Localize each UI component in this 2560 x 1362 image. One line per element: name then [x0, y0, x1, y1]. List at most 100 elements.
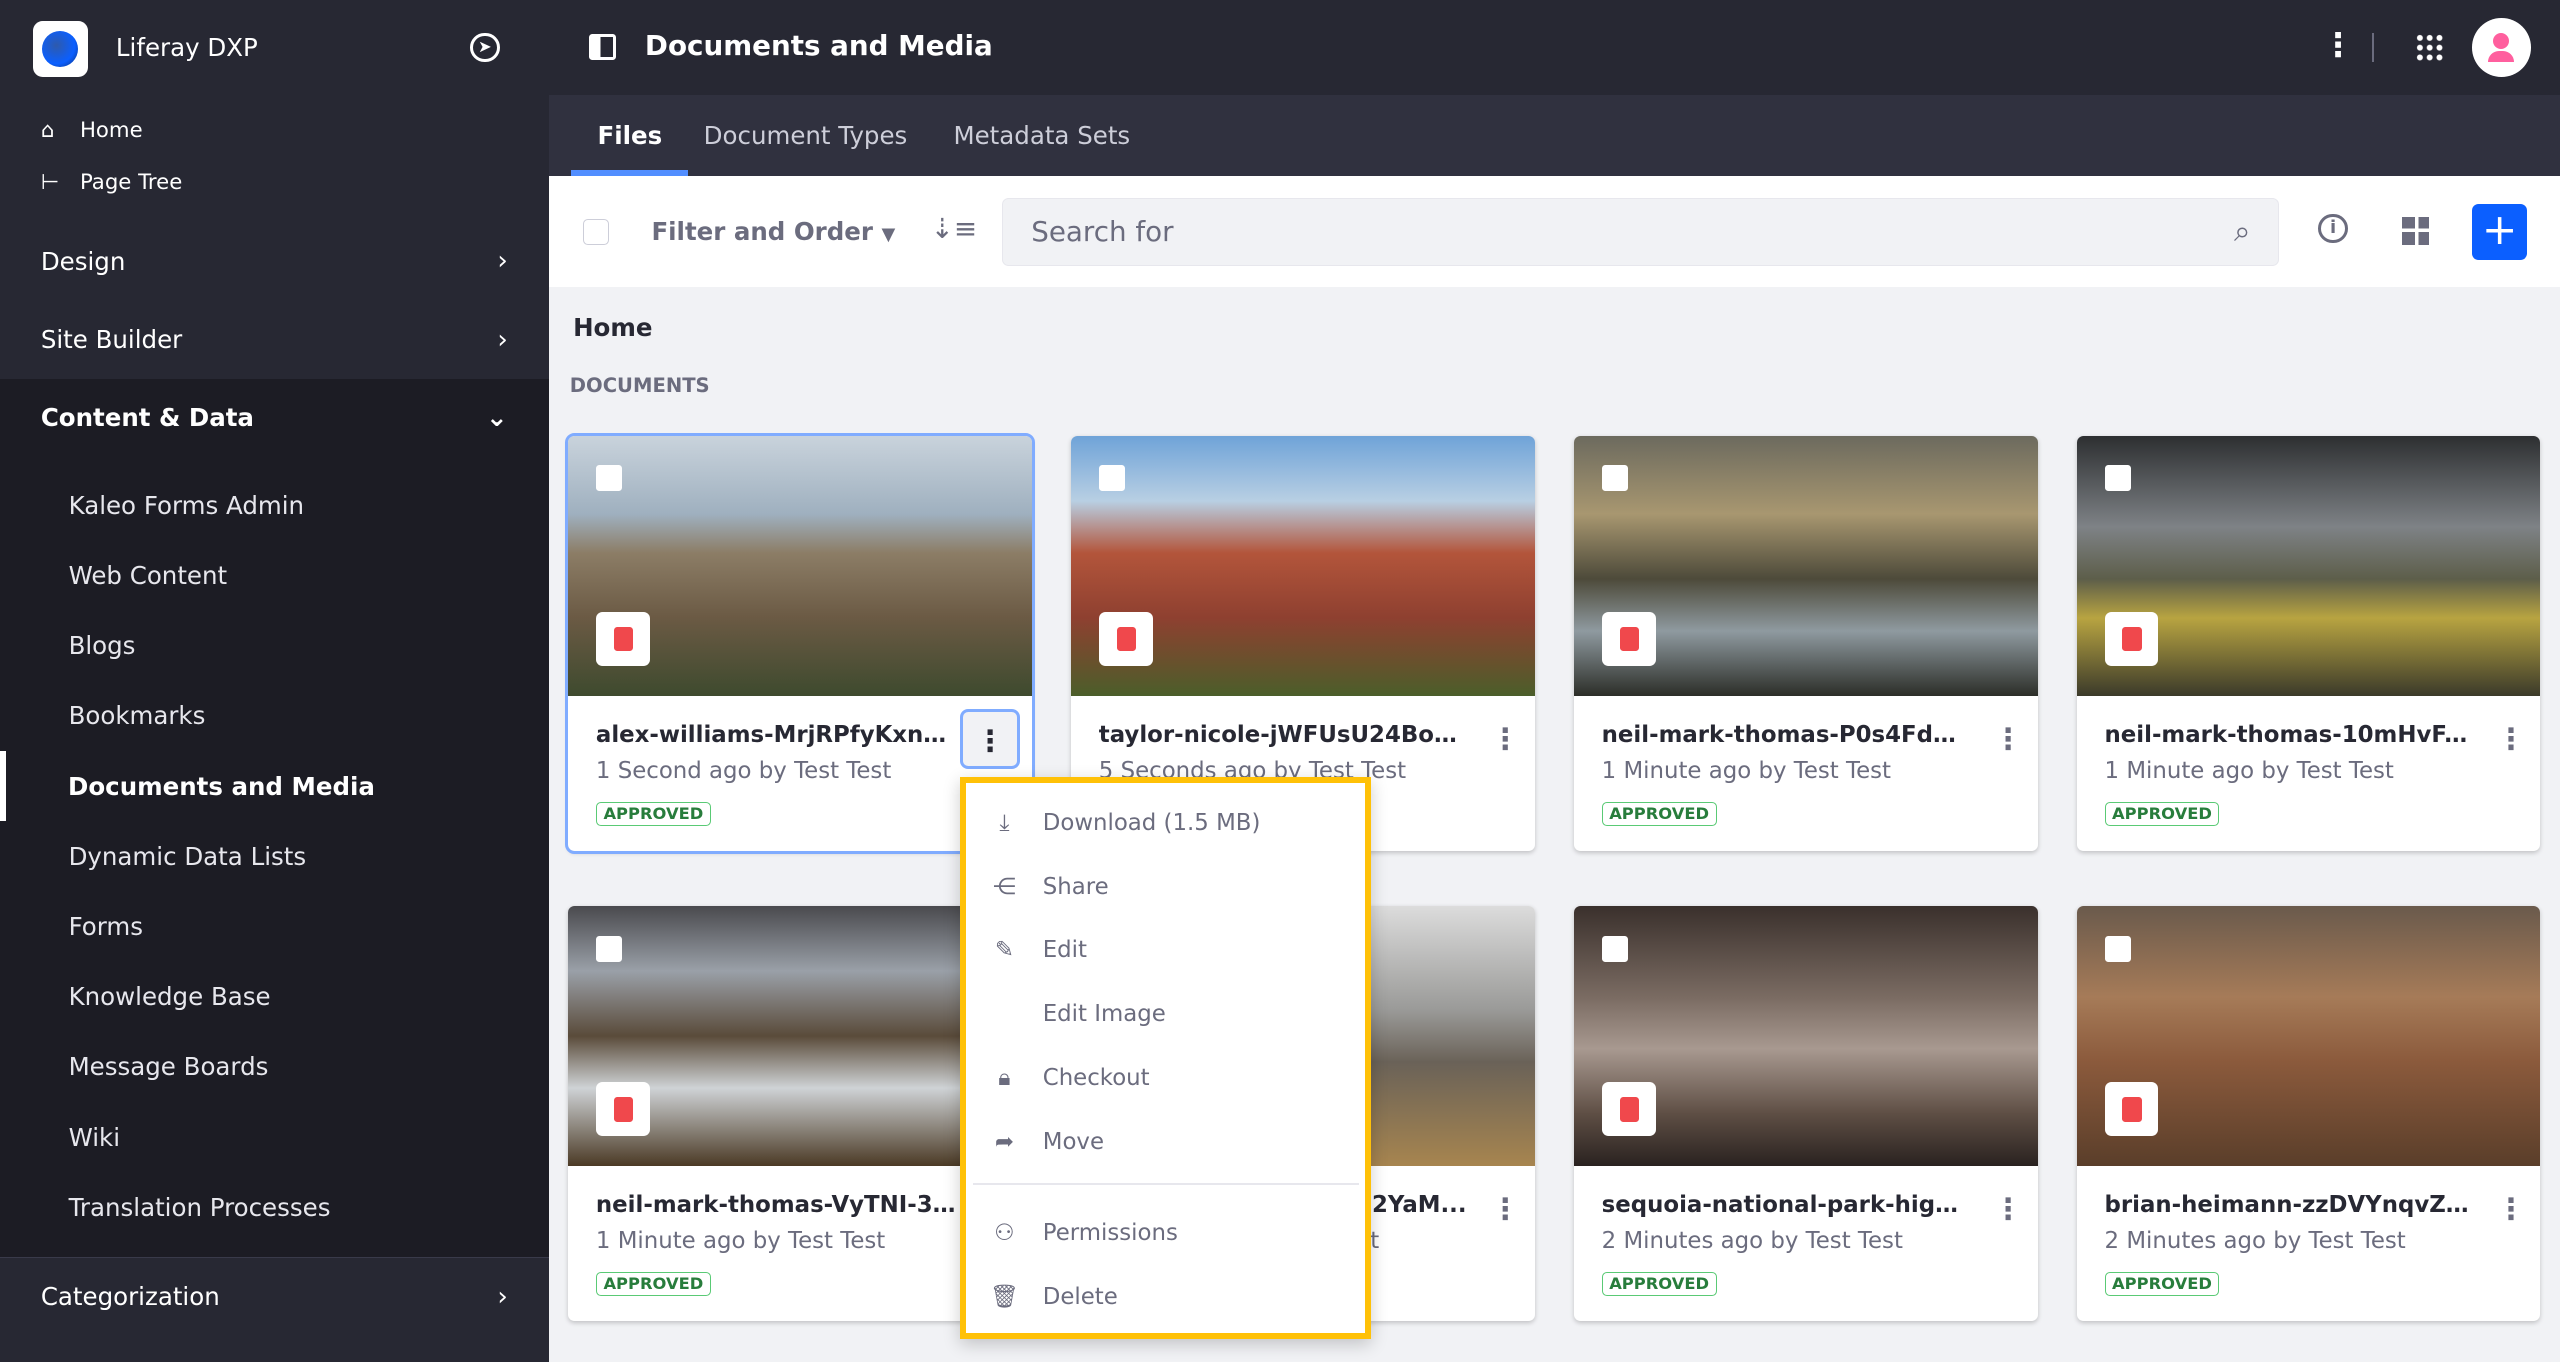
nav-home[interactable]: ⌂ Home — [41, 118, 143, 143]
nav-home-label: Home — [79, 117, 143, 143]
nav-page-tree-label: Page Tree — [79, 169, 183, 195]
section-label: DOCUMENTS — [569, 373, 710, 397]
filter-label: Filter and Order — [651, 217, 873, 247]
menu-divider — [972, 1183, 1359, 1185]
file-card[interactable]: brian-heimann-zzDVYnqvZ8s-... 2 Minutes … — [2076, 906, 2541, 1321]
breadcrumb[interactable]: Home — [573, 313, 652, 342]
sidebar-item-dynamic-data-lists[interactable]: Dynamic Data Lists — [0, 821, 549, 891]
section-label: Categorization — [40, 1282, 220, 1312]
file-actions-kebab-icon[interactable]: ⋮ — [1476, 1180, 1535, 1239]
section-content-data[interactable]: Content & Data ⌄ — [0, 379, 549, 457]
file-title[interactable]: neil-mark-thomas-P0s4FdzOY... — [1602, 722, 1969, 748]
download-icon: ⤓ — [999, 810, 1010, 837]
image-file-icon — [1098, 612, 1153, 667]
status-badge: APPROVED — [1601, 1271, 1717, 1297]
file-actions-kebab-icon[interactable]: ⋮ — [2482, 710, 2541, 769]
file-title[interactable]: alex-williams-MrjRPfyKxnM-u... — [596, 722, 963, 748]
sidebar-item-bookmarks[interactable]: Bookmarks — [0, 681, 549, 751]
file-checkbox[interactable] — [1098, 465, 1125, 492]
permissions-icon: ⚇ — [994, 1219, 1015, 1246]
sidebar-item-kaleo-forms-admin[interactable]: Kaleo Forms Admin — [0, 470, 549, 540]
file-card[interactable]: neil-mark-thomas-P0s4FdzOY... 1 Minute a… — [1573, 435, 2038, 851]
card-view-icon[interactable] — [2401, 217, 2430, 245]
menu-item-share[interactable]: ⋲ Share — [966, 855, 1364, 919]
file-actions-kebab-icon[interactable]: ⋮ — [1979, 710, 2038, 769]
file-meta: 2 Minutes ago by Test Test — [2104, 1227, 2406, 1254]
home-icon: ⌂ — [40, 117, 55, 143]
sidebar-item-message-boards[interactable]: Message Boards — [0, 1032, 549, 1102]
liferay-logo — [32, 21, 89, 77]
sidebar-item-documents-and-media[interactable]: Documents and Media — [0, 751, 549, 822]
menu-item-permissions[interactable]: ⚇ Permissions — [966, 1201, 1364, 1265]
menu-item-download-1-5-mb[interactable]: ⤓ Download (1.5 MB) — [966, 791, 1364, 855]
section-site-builder[interactable]: Site Builder › — [0, 300, 549, 378]
section-categorization[interactable]: Categorization › — [0, 1257, 549, 1335]
sort-icon[interactable]: ⇣≡ — [931, 212, 978, 245]
file-meta: 1 Minute ago by Test Test — [1601, 757, 1891, 784]
file-meta: 1 Minute ago by Test Test — [595, 1227, 886, 1254]
select-all-checkbox[interactable] — [582, 218, 609, 245]
menu-item-edit[interactable]: ✎ Edit — [966, 919, 1364, 983]
file-checkbox[interactable] — [2104, 465, 2131, 492]
file-checkbox[interactable] — [2104, 935, 2131, 962]
file-actions-kebab-icon[interactable]: ⋮ — [1476, 710, 1535, 769]
menu-item-checkout[interactable]: 🔒︎ Checkout — [966, 1046, 1364, 1110]
nav-page-tree[interactable]: ⊢ Page Tree — [41, 170, 182, 195]
sidebar-toggle-icon[interactable] — [589, 34, 616, 61]
file-meta: 1 Minute ago by Test Test — [2104, 757, 2394, 784]
tab-metadata-sets[interactable]: Metadata Sets — [953, 95, 1130, 177]
menu-item-move[interactable]: ➦ Move — [966, 1110, 1364, 1174]
section-label: Content & Data — [40, 403, 254, 433]
file-card[interactable]: neil-mark-thomas-10mHvFA6... 1 Minute ag… — [2076, 435, 2541, 851]
sidebar-item-blogs[interactable]: Blogs — [0, 611, 549, 681]
search-input[interactable]: Search for ⌕ — [1002, 197, 2280, 267]
filter-order-dropdown[interactable]: Filter and Order ▼ — [651, 217, 895, 246]
file-actions-kebab-icon[interactable]: ⋮ — [1979, 1180, 2038, 1239]
file-title[interactable]: neil-mark-thomas-10mHvFA6... — [2105, 722, 2472, 748]
options-kebab-icon[interactable]: ⋮ — [2322, 26, 2355, 64]
file-actions-kebab-icon[interactable]: ⋮ — [2482, 1180, 2541, 1239]
tab-files[interactable]: Files — [571, 95, 689, 177]
file-card[interactable]: sequoia-national-park-high-si... 2 Minut… — [1573, 906, 2038, 1321]
menu-item-edit-image[interactable]: Edit Image — [966, 982, 1364, 1046]
file-actions-kebab-icon[interactable]: ⋮ — [960, 708, 1021, 769]
section-design[interactable]: Design › — [0, 222, 549, 300]
product-menu: Liferay DXP ➤ ⌂ Home ⊢ Page Tree Design › S… — [0, 0, 549, 1362]
sidebar-item-wiki[interactable]: Wiki — [0, 1102, 549, 1172]
chevron-down-icon: ⌄ — [485, 402, 508, 433]
apps-grid-icon[interactable] — [2414, 32, 2445, 63]
status-badge: APPROVED — [2104, 801, 2220, 826]
menu-item-label: Checkout — [1042, 1064, 1150, 1091]
file-title[interactable]: sequoia-national-park-high-si... — [1602, 1192, 1969, 1218]
image-file-icon — [1601, 612, 1656, 667]
status-badge: APPROVED — [595, 1271, 711, 1297]
tab-document-types[interactable]: Document Types — [704, 95, 908, 177]
menu-item-label: Delete — [1042, 1283, 1118, 1310]
control-menu: Documents and Media ⋮ — [548, 0, 2560, 95]
chevron-right-icon: › — [497, 1281, 508, 1312]
search-icon[interactable]: ⌕ — [2234, 214, 2250, 249]
file-checkbox[interactable] — [595, 465, 623, 492]
menu-item-label: Permissions — [1042, 1219, 1178, 1246]
pencil-icon: ✎ — [994, 937, 1014, 964]
file-title[interactable]: taylor-nicole-jWFUsU24Boo-u... — [1099, 722, 1466, 748]
divider — [2372, 32, 2374, 63]
add-button[interactable]: + — [2471, 204, 2528, 260]
file-title[interactable]: brian-heimann-zzDVYnqvZ8s-... — [2105, 1192, 2472, 1218]
file-checkbox[interactable] — [1601, 465, 1628, 492]
menu-item-delete[interactable]: 🗑︎ Delete — [966, 1265, 1364, 1329]
sidebar-item-forms[interactable]: Forms — [0, 891, 549, 961]
status-badge: APPROVED — [1601, 801, 1717, 826]
compass-icon[interactable]: ➤ — [470, 32, 500, 63]
caret-down-icon: ▼ — [881, 224, 896, 246]
sidebar-item-knowledge-base[interactable]: Knowledge Base — [0, 962, 549, 1032]
tabs-bar: Files Document Types Metadata Sets — [548, 94, 2560, 177]
file-checkbox[interactable] — [1601, 935, 1628, 962]
status-badge: APPROVED — [2104, 1271, 2220, 1297]
sidebar-item-web-content[interactable]: Web Content — [0, 540, 549, 610]
file-title[interactable]: neil-mark-thomas-VyTNI-3a3... — [596, 1192, 963, 1218]
sidebar-item-translation-processes[interactable]: Translation Processes — [0, 1172, 549, 1242]
user-avatar[interactable] — [2471, 17, 2531, 77]
file-checkbox[interactable] — [595, 935, 623, 962]
info-icon[interactable]: i — [2318, 213, 2348, 244]
